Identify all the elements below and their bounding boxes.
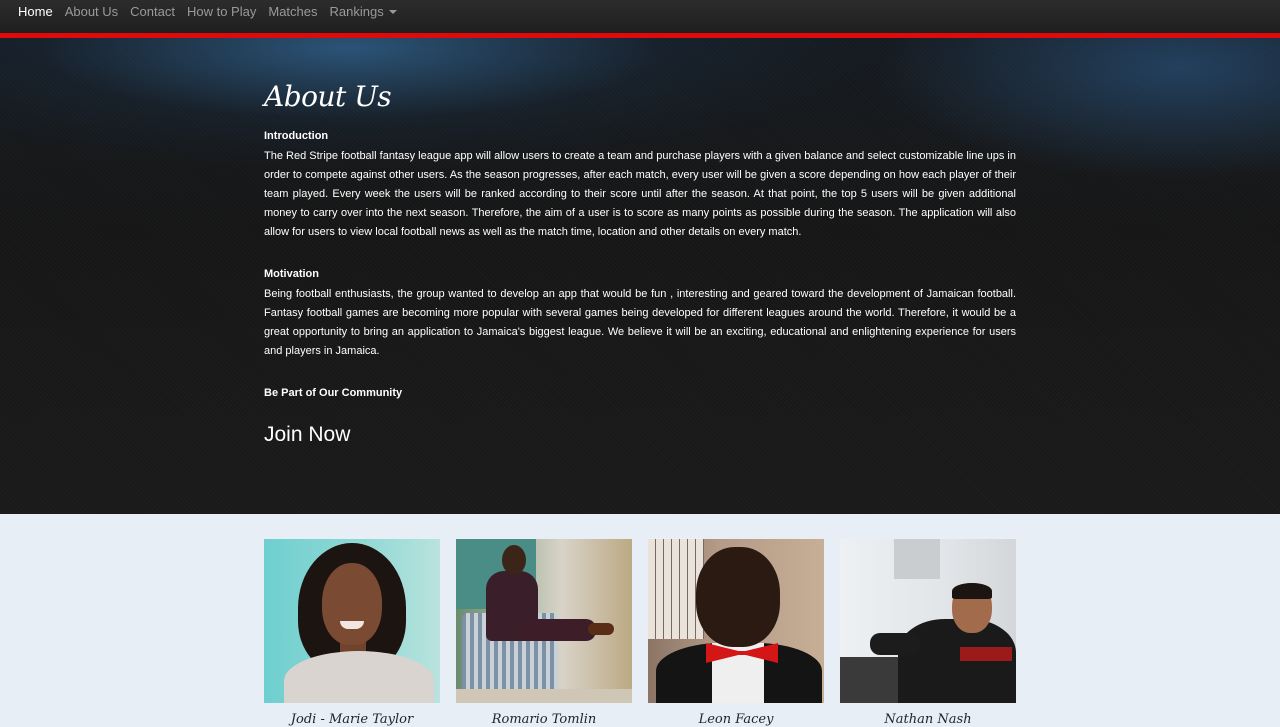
page-title: About Us [264,80,392,113]
nav-item-rankings-label: Rankings [329,4,384,19]
nav-item-matches[interactable]: Matches [268,5,317,19]
nav-item-how-to-play[interactable]: How to Play [187,5,256,19]
join-now-link[interactable]: Join Now [264,423,350,447]
team-section: Jodi - Marie Taylor Romario Tomlin Leon … [264,539,1016,727]
nav-item-rankings-dropdown[interactable]: Rankings [330,5,397,19]
nav-menu: Home About Us Contact How to Play Matche… [18,5,409,19]
introduction-text: The Red Stripe football fantasy league a… [264,150,1016,238]
team-member-name: Jodi - Marie Taylor [290,712,414,727]
nav-item-about-us[interactable]: About Us [65,5,118,19]
motivation-heading: Motivation [264,268,319,280]
team-member-photo[interactable] [456,539,632,703]
caret-down-icon [388,9,397,14]
team-member-name: Nathan Nash [884,712,972,727]
motivation-text: Being football enthusiasts, the group wa… [264,288,1016,357]
team-member-name: Romario Tomlin [491,712,597,727]
introduction-heading: Introduction [264,130,329,142]
about-hero-section: About Us Introduction The Red Stripe foo… [0,38,1280,514]
team-member-photo[interactable] [840,539,1016,703]
team-member-card: Leon Facey [648,539,824,727]
team-member-card: Jodi - Marie Taylor [264,539,440,727]
top-navbar: Home About Us Contact How to Play Matche… [0,0,1280,38]
nav-item-contact[interactable]: Contact [130,5,175,19]
team-member-photo[interactable] [648,539,824,703]
team-member-name: Leon Facey [698,712,774,727]
community-heading: Be Part of Our Community [264,387,403,399]
team-member-photo[interactable] [264,539,440,703]
team-member-card: Romario Tomlin [456,539,632,727]
team-member-card: Nathan Nash [840,539,1016,727]
nav-item-home[interactable]: Home [18,5,53,19]
